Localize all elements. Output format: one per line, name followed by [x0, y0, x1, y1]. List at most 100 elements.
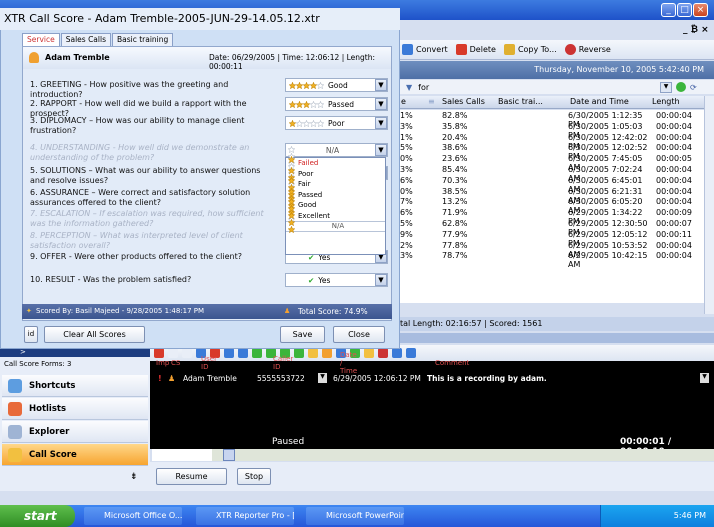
- filter-arrow-icon[interactable]: ▼: [406, 83, 412, 92]
- go-icon[interactable]: [676, 82, 686, 92]
- explorer-icon: [8, 424, 22, 439]
- table-cell: 0%: [400, 186, 413, 196]
- table-cell: 71.9%: [442, 208, 468, 218]
- copy-to-button[interactable]: Copy To...: [503, 44, 557, 55]
- player-caller: 5555553722: [257, 374, 305, 383]
- column-basic-training[interactable]: Basic trai...: [498, 97, 543, 106]
- grid-scrollbar[interactable]: [704, 96, 714, 314]
- score-value: Passed: [328, 99, 354, 109]
- player-status: Paused: [272, 437, 305, 447]
- table-cell: 6/29/2005 10:42:15 AM: [568, 251, 648, 270]
- player-tool-icon[interactable]: [168, 348, 178, 358]
- delete-button[interactable]: Delete: [455, 44, 496, 55]
- chevron-down-icon[interactable]: ▼: [375, 274, 387, 286]
- tab-sales-calls[interactable]: Sales Calls: [60, 33, 111, 46]
- grid-splitter[interactable]: [400, 333, 714, 343]
- table-cell: 00:00:04: [656, 175, 692, 185]
- audio-progress-track[interactable]: [152, 449, 714, 461]
- close-button[interactable]: Close: [333, 326, 385, 343]
- reverse-button[interactable]: Reverse: [564, 44, 611, 55]
- nav-call-score[interactable]: Call Score: [2, 444, 148, 466]
- clear-all-scores-button[interactable]: Clear All Scores: [44, 326, 145, 343]
- player-tool-icon[interactable]: [392, 348, 402, 358]
- filter-dropdown-icon[interactable]: ▼: [660, 81, 672, 93]
- info-icon[interactable]: id: [24, 326, 38, 343]
- agent-name: Adam Tremble: [45, 53, 110, 62]
- resume-button[interactable]: Resume: [156, 468, 227, 485]
- tab-basic-training[interactable]: Basic training: [111, 33, 174, 46]
- table-cell: 20.4%: [442, 132, 468, 142]
- nav-hotlists[interactable]: Hotlists: [2, 398, 148, 420]
- stop-button[interactable]: Stop: [237, 468, 271, 485]
- score-dropdown-list[interactable]: Failed Poor Fair Passed Good Excellent N/A: [285, 145, 386, 255]
- chevron-down-icon[interactable]: ▼: [375, 117, 387, 129]
- star-filled-icon: [310, 81, 317, 89]
- star-rating: [289, 81, 324, 89]
- star-filled-icon: [289, 81, 296, 89]
- table-cell: 00:00:11: [656, 229, 692, 239]
- dropdown-option[interactable]: Poor: [286, 156, 385, 192]
- hotlists-icon: [8, 401, 22, 416]
- nav-expand-icon[interactable]: ⇟: [130, 472, 138, 482]
- player-tool-icon[interactable]: [154, 348, 164, 358]
- nav-explorer[interactable]: Explorer: [2, 421, 148, 443]
- player-tool-icon[interactable]: [252, 348, 262, 358]
- question-text: 3. DIPLOMACY – How was our ability to ma…: [30, 116, 245, 135]
- grid-header: e ≡ Sales Calls Basic trai... Date and T…: [400, 96, 714, 109]
- taskbar-item-office[interactable]: Microsoft Office O...: [84, 507, 182, 525]
- recording-player: Imp CS User ID Caller ID Date / Time Com…: [150, 351, 714, 457]
- comment-dropdown-icon[interactable]: ▼: [700, 373, 709, 383]
- table-cell: 3%: [400, 121, 413, 131]
- player-tool-icon[interactable]: [322, 348, 332, 358]
- table-cell: 00:00:04: [656, 186, 692, 196]
- column-date-time[interactable]: Date and Time: [570, 97, 629, 106]
- score-select[interactable]: ✔ Yes ▼: [285, 273, 388, 287]
- star-filled-icon: [288, 212, 295, 220]
- score-select[interactable]: Good ▼: [285, 78, 388, 92]
- nav-scroll[interactable]: >: [0, 348, 150, 357]
- dropdown-option[interactable]: Fair: [286, 166, 385, 202]
- save-button[interactable]: Save: [280, 326, 325, 343]
- dropdown-option[interactable]: Passed: [286, 177, 385, 213]
- dropdown-option[interactable]: N/A: [286, 221, 385, 232]
- star-rating: [288, 198, 295, 234]
- player-tool-icon[interactable]: [294, 348, 304, 358]
- maximize-icon[interactable]: □: [677, 3, 692, 17]
- dropdown-option[interactable]: Failed: [286, 145, 385, 181]
- start-button[interactable]: start: [0, 505, 75, 527]
- player-tool-icon[interactable]: [406, 348, 416, 358]
- dropdown-option[interactable]: Excellent: [286, 198, 385, 234]
- chevron-down-icon[interactable]: ▼: [375, 98, 387, 110]
- dropdown-option[interactable]: Good: [286, 187, 385, 223]
- player-tool-icon[interactable]: [364, 348, 374, 358]
- mdi-controls[interactable]: _ ₿ ×: [683, 24, 709, 35]
- dropdown-option-label: Good: [298, 201, 317, 210]
- score-select[interactable]: Passed ▼: [285, 97, 388, 111]
- taskbar-item-xtr[interactable]: XTR Reporter Pro - [S...: [196, 507, 294, 525]
- refresh-icon[interactable]: ⟳: [690, 83, 697, 92]
- nav-shortcuts[interactable]: Shortcuts: [2, 375, 148, 397]
- column-sales-calls[interactable]: Sales Calls: [442, 97, 485, 106]
- audio-progress-thumb[interactable]: [223, 449, 235, 461]
- star-filled-icon: [288, 166, 295, 174]
- column-length[interactable]: Length: [652, 97, 680, 106]
- convert-button[interactable]: Convert: [402, 44, 448, 55]
- star-filled-icon: [296, 81, 303, 89]
- close-icon[interactable]: ×: [693, 3, 708, 17]
- player-tool-icon[interactable]: [378, 348, 388, 358]
- score-select[interactable]: Poor ▼: [285, 116, 388, 130]
- player-tool-icon[interactable]: [224, 348, 234, 358]
- player-tool-icon[interactable]: [308, 348, 318, 358]
- taskbar-item-powerpoint[interactable]: Microsoft PowerPoint ...: [306, 507, 404, 525]
- chevron-down-icon[interactable]: ▼: [375, 144, 387, 156]
- caller-dropdown-icon[interactable]: ▼: [318, 373, 327, 383]
- chevron-down-icon[interactable]: ▼: [375, 79, 387, 91]
- player-tool-icon[interactable]: [182, 348, 192, 358]
- tab-service[interactable]: Service: [22, 33, 60, 46]
- score-select[interactable]: N/A ▼: [285, 143, 388, 157]
- player-tool-icon[interactable]: [238, 348, 248, 358]
- minimize-icon[interactable]: _: [661, 3, 676, 17]
- table-cell: 00:00:05: [656, 154, 692, 164]
- delete-icon: [455, 44, 467, 55]
- tray-clock[interactable]: 5:46 PM: [674, 511, 706, 520]
